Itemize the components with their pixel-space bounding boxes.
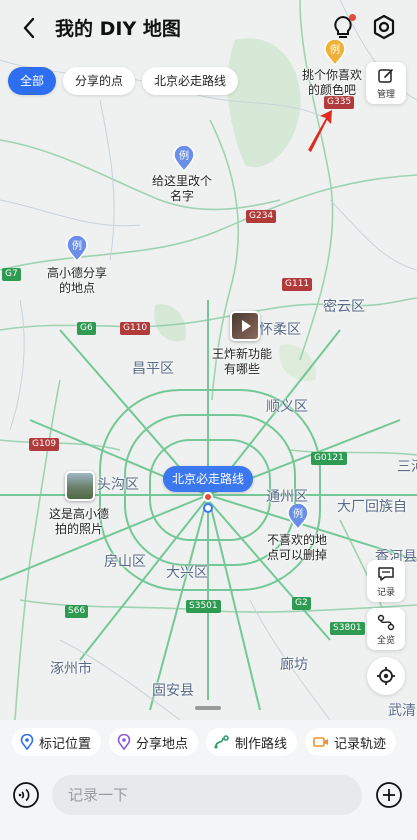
share-pin-icon	[117, 734, 131, 750]
place-label: 涿州市	[50, 661, 92, 677]
pin-label: 给这里改个 名字	[152, 174, 213, 203]
tab-mark-location[interactable]: 标记位置	[12, 728, 102, 756]
tab-share-location[interactable]: 分享地点	[109, 728, 199, 756]
road-shield: G2	[292, 597, 311, 610]
tab-label: 分享地点	[136, 736, 189, 752]
pin-badge: 例	[72, 239, 82, 252]
pin-label: 高小德分享 的地点	[47, 266, 108, 295]
pin-label: 挑个你喜欢 的颜色吧	[302, 68, 363, 97]
overview-label: 全览	[376, 636, 395, 646]
pin-badge: 例	[179, 149, 189, 162]
input-bar: 记录一下	[0, 764, 417, 840]
filter-shared-points[interactable]: 分享的点	[63, 67, 136, 95]
notification-dot	[349, 14, 356, 21]
hint-arrow-icon	[308, 110, 332, 152]
tab-label: 记录轨迹	[334, 736, 387, 752]
route-label-chip[interactable]: 北京必走路线	[163, 466, 254, 492]
photo-label: 王炸新功能 有哪些	[212, 347, 273, 376]
route-overview-icon	[377, 614, 395, 631]
road-shield: G234	[246, 210, 277, 223]
example-pin-icon[interactable]: 例	[173, 146, 195, 172]
gear-icon	[373, 14, 395, 40]
record-button[interactable]: 记录	[367, 560, 405, 602]
road-shield: G6	[77, 322, 96, 335]
place-label: 廊坊	[280, 657, 308, 673]
pin-label: 不喜欢的地 点可以删掉	[267, 533, 328, 562]
place-label: 大厂回族自	[337, 499, 407, 515]
record-input[interactable]: 记录一下	[52, 775, 362, 815]
tab-label: 制作路线	[235, 736, 288, 752]
place-label: 密云区	[323, 299, 365, 315]
place-label: 顺义区	[266, 399, 308, 415]
play-icon	[242, 320, 251, 332]
place-label: 固安县	[152, 683, 194, 699]
drag-handle[interactable]	[195, 706, 221, 710]
place-label: 大兴区	[166, 565, 208, 581]
place-label: 通州区	[266, 489, 308, 505]
road-shield: G0121	[311, 452, 347, 465]
locate-icon	[377, 667, 395, 685]
place-label: 房山区	[104, 554, 146, 570]
road-shield: S3801	[330, 622, 365, 635]
road-shield: G7	[2, 268, 21, 281]
map-canvas[interactable]: 密云区 怀柔区 昌平区 顺义区 头沟区 通州区 大厂回族自 三河 香河县 大兴区…	[0, 0, 417, 720]
place-label: 昌平区	[132, 361, 174, 377]
filter-chips: 全部 分享的点 北京必走路线	[8, 67, 239, 95]
route-start-icon	[203, 492, 213, 502]
manage-label: 管理	[376, 90, 395, 100]
filter-beijing-route[interactable]: 北京必走路线	[142, 67, 239, 95]
place-label: 头沟区	[97, 477, 139, 493]
settings-button[interactable]	[369, 12, 399, 42]
photo-label: 这是高小德 拍的照片	[49, 507, 110, 536]
top-bar: 我的 DIY 地图	[0, 0, 417, 56]
route-end-icon	[203, 503, 213, 513]
record-icon	[378, 567, 394, 581]
record-label: 记录	[376, 588, 395, 598]
tips-button[interactable]	[328, 12, 358, 42]
action-tabs: 标记位置 分享地点 制作路线 记录轨迹	[0, 720, 417, 764]
road-shield: S3501	[186, 600, 221, 613]
place-label: 三河	[397, 459, 417, 475]
voice-button[interactable]	[12, 781, 40, 809]
road-shield: G110	[120, 322, 151, 335]
plus-icon	[376, 782, 402, 808]
filter-all[interactable]: 全部	[8, 67, 57, 95]
route-icon	[214, 735, 229, 749]
overview-button[interactable]: 全览	[367, 608, 405, 650]
voice-icon	[13, 782, 39, 808]
place-label: 怀柔区	[259, 322, 301, 338]
locate-button[interactable]	[367, 657, 405, 695]
photo-thumbnail[interactable]	[65, 471, 95, 501]
tab-label: 标记位置	[39, 736, 92, 752]
place-label: 武清	[388, 703, 416, 719]
location-pin-icon	[20, 734, 34, 750]
back-button[interactable]	[14, 13, 44, 43]
road-shield: G109	[29, 438, 60, 451]
tab-record-track[interactable]: 记录轨迹	[305, 728, 397, 756]
add-button[interactable]	[375, 781, 403, 809]
video-record-icon	[313, 737, 329, 747]
video-thumbnail[interactable]	[230, 311, 260, 341]
chevron-left-icon	[23, 17, 35, 39]
pin-badge: 例	[293, 507, 303, 520]
example-pin-icon[interactable]: 例	[66, 236, 88, 262]
example-pin-icon[interactable]: 例	[287, 504, 309, 530]
road-shield: S66	[65, 605, 89, 618]
tab-make-route[interactable]: 制作路线	[206, 728, 298, 756]
edit-icon	[378, 69, 393, 83]
road-shield: G111	[282, 278, 313, 291]
manage-button[interactable]: 管理	[366, 62, 406, 104]
page-title: 我的 DIY 地图	[55, 18, 181, 40]
